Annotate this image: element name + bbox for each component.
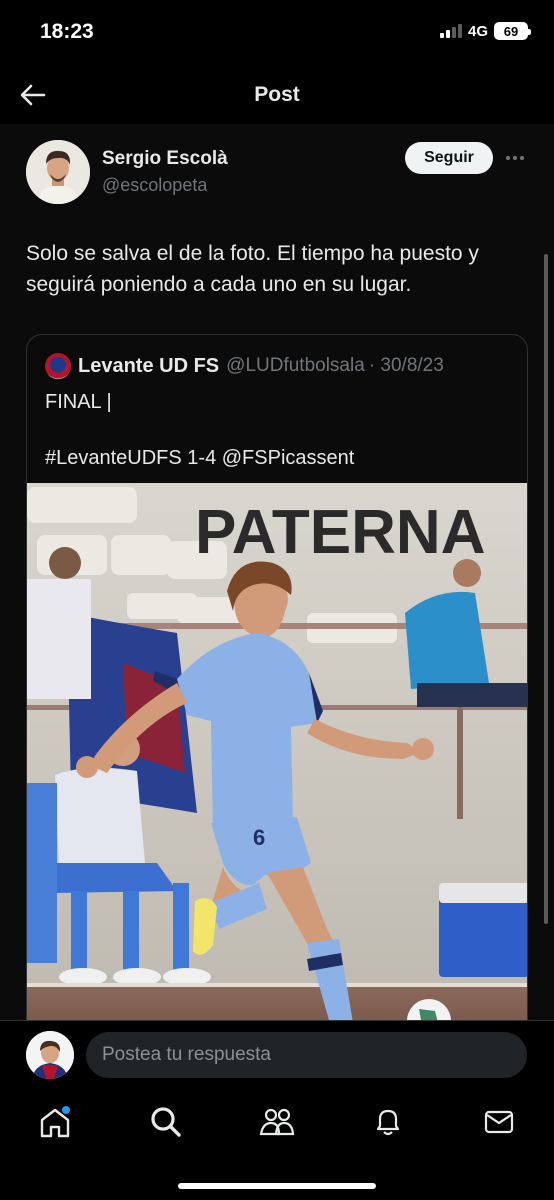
communities-icon — [259, 1108, 295, 1136]
tab-messages[interactable] — [469, 1102, 529, 1142]
quoted-author-logo-icon[interactable] — [45, 353, 71, 379]
banner-text: PATERNA — [195, 498, 485, 567]
quoted-post-line-1: FINAL | — [45, 391, 112, 413]
avatar[interactable] — [26, 140, 90, 204]
scrollbar[interactable] — [544, 254, 548, 924]
status-indicators: 4G 69 — [439, 22, 531, 40]
home-icon — [40, 1106, 70, 1138]
search-icon — [151, 1107, 181, 1137]
page-title: Post — [254, 83, 300, 106]
post-detail: Sergio Escolà @escolopeta Seguir Solo se… — [0, 124, 554, 1020]
signal-icon — [439, 24, 462, 38]
notifications-icon — [376, 1109, 400, 1136]
user-avatar-image — [26, 1031, 74, 1079]
battery-level: 69 — [503, 23, 519, 39]
tab-notifications[interactable] — [358, 1102, 418, 1142]
quoted-author-name[interactable]: Levante UD FS — [78, 355, 219, 378]
home-indicator — [178, 1183, 376, 1189]
quoted-post-photo[interactable]: PATERNA 6 — [27, 483, 527, 1020]
tab-search[interactable] — [136, 1102, 196, 1142]
reply-bar — [0, 1020, 554, 1090]
post-text: Solo se salva el de la foto. El tiempo h… — [26, 242, 479, 296]
bottom-tab-bar — [0, 1090, 554, 1200]
quoted-post-header: Levante UD FS @LUDfutbolsala · 30/8/23 — [45, 353, 444, 379]
tab-home[interactable] — [25, 1102, 85, 1142]
battery-icon: 69 — [494, 22, 531, 40]
author-display-name[interactable]: Sergio Escolà — [102, 148, 228, 170]
more-options-icon[interactable] — [500, 146, 530, 170]
messages-icon — [484, 1110, 514, 1134]
author-names: Sergio Escolà @escolopeta — [102, 148, 228, 196]
avatar-image — [26, 140, 90, 204]
quoted-author-handle[interactable]: @LUDfutbolsala — [226, 355, 365, 377]
top-header: Post — [0, 66, 554, 124]
jersey-number: 6 — [253, 825, 265, 850]
quoted-post-line-2[interactable]: #LevanteUDFS 1-4 @FSPicassent — [45, 447, 354, 470]
follow-button[interactable]: Seguir — [405, 142, 493, 174]
status-time: 18:23 — [40, 20, 94, 43]
reply-input[interactable] — [86, 1032, 527, 1078]
author-handle[interactable]: @escolopeta — [102, 175, 228, 196]
tab-communities[interactable] — [247, 1102, 307, 1142]
network-type: 4G — [467, 22, 488, 40]
futsal-player-photo: PATERNA 6 — [27, 483, 527, 1020]
avatar[interactable] — [26, 1031, 74, 1079]
quoted-post-date: · 30/8/23 — [368, 355, 444, 376]
post-author[interactable]: Sergio Escolà @escolopeta — [26, 140, 228, 204]
quoted-post[interactable]: Levante UD FS @LUDfutbolsala · 30/8/23 F… — [26, 334, 528, 1020]
status-bar: 18:23 4G 69 — [0, 0, 554, 66]
